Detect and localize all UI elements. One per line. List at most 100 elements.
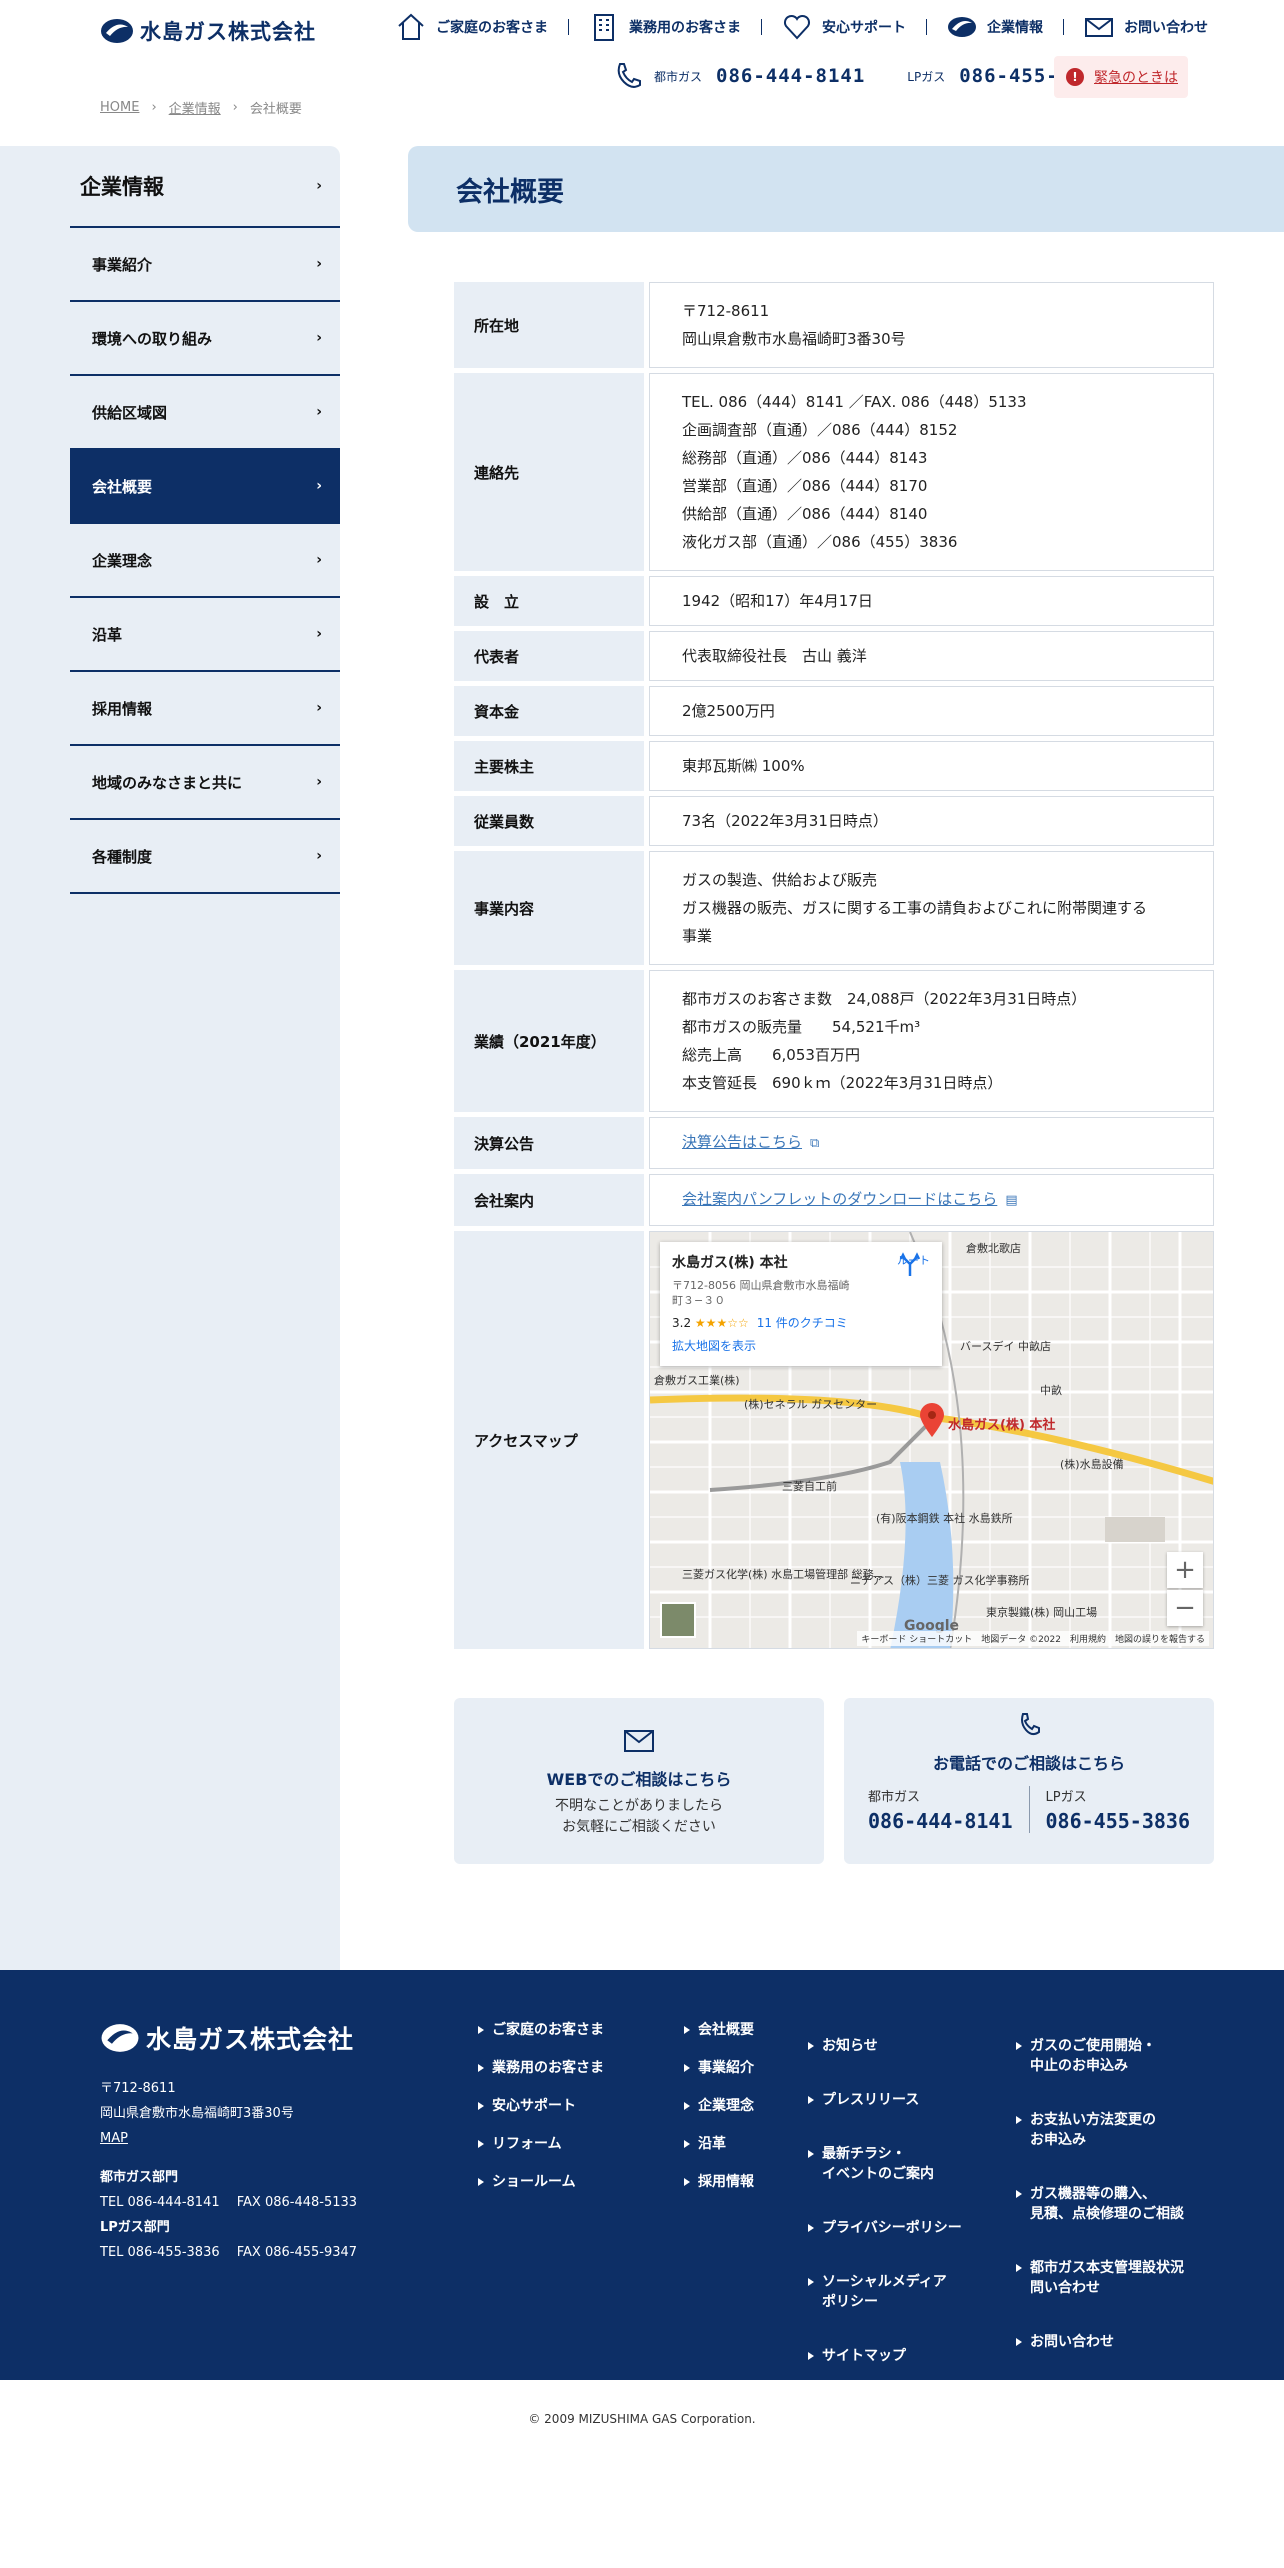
row-value: 決算公告はこちら ⧉ bbox=[649, 1117, 1214, 1169]
footer-link[interactable]: プライバシーポリシー bbox=[806, 2218, 962, 2238]
table-row: 設 立 1942（昭和17）年4月17日 bbox=[454, 576, 1214, 626]
address-zip: 〒712-8611 bbox=[682, 302, 770, 320]
web-consult-card[interactable]: WEBでのご相談はこちら 不明なことがありましたら お気軽にご相談ください bbox=[454, 1698, 824, 1864]
sidebar-list: 事業紹介 › 環境への取り組み › 供給区域図 › 会社概要 › 企業理念 › 沿革 › 採… bbox=[70, 228, 340, 894]
footer-link[interactable]: 採用情報 bbox=[682, 2172, 754, 2192]
map-place: 倉敷北歌店 bbox=[966, 1242, 1021, 1255]
chevron-right-icon: › bbox=[316, 178, 322, 194]
reviews-link[interactable]: 11 件のクチコミ bbox=[757, 1316, 848, 1330]
map-attribution[interactable]: キーボード ショートカット 地図データ ©2022 利用規約 地図の誤りを報告す… bbox=[857, 1631, 1209, 1646]
footer-link[interactable]: サイトマップ bbox=[806, 2346, 962, 2366]
route-button[interactable]: ルート bbox=[897, 1252, 930, 1276]
footer-link[interactable]: ショールーム bbox=[476, 2172, 604, 2192]
contact-line: 営業部（直通）／086（444）8170 bbox=[682, 477, 928, 495]
row-label: 決算公告 bbox=[454, 1117, 644, 1169]
logo-mark-icon bbox=[101, 19, 133, 43]
sidebar-item-community[interactable]: 地域のみなさまと共に › bbox=[70, 746, 340, 820]
map-pin-label: 水島ガス(株) 本社 bbox=[948, 1418, 1056, 1433]
directions-icon bbox=[899, 1252, 921, 1276]
building-icon bbox=[594, 14, 614, 41]
breadcrumb-home[interactable]: HOME bbox=[100, 100, 139, 115]
nav-support[interactable]: 安心サポート bbox=[770, 12, 918, 42]
footer-lp-tel: TEL 086-455-3836 FAX 086-455-9347 bbox=[100, 2245, 358, 2260]
footer-link[interactable]: 企業理念 bbox=[682, 2096, 754, 2116]
tel-city-number[interactable]: 086-444-8141 bbox=[716, 65, 865, 87]
sidebar-item-supply-area[interactable]: 供給区域図 › bbox=[70, 376, 340, 450]
row-label: 会社案内 bbox=[454, 1174, 644, 1226]
footer-link[interactable]: ソーシャルメディア ポリシー bbox=[806, 2272, 962, 2312]
table-row: 事業内容 ガスの製造、供給および販売 ガス機器の販売、ガスに関する工事の請負およ… bbox=[454, 851, 1214, 965]
header-tels: 都市ガス 086-444-8141 LPガス 086-455-3836 bbox=[612, 60, 1109, 92]
zoom-out-button[interactable]: − bbox=[1167, 1590, 1203, 1626]
sidebar-heading[interactable]: 企業情報 › bbox=[70, 146, 340, 228]
copyright: © 2009 MIZUSHIMA GAS Corporation. bbox=[528, 2412, 756, 2426]
footer-link[interactable]: 最新チラシ・ イベントのご案内 bbox=[806, 2144, 962, 2184]
tel-lp-number[interactable]: 086-455-3836 bbox=[1046, 1809, 1191, 1833]
pdf-icon: ▤ bbox=[1005, 1193, 1018, 1208]
footer-nav-col-1: ご家庭のお客さま 業務用のお客さま 安心サポート リフォーム ショールーム bbox=[476, 2020, 604, 2210]
map-place: 中畝 bbox=[1040, 1384, 1062, 1397]
footer-link[interactable]: ガス機器等の購入、 見積、点検修理のご相談 bbox=[1014, 2184, 1184, 2224]
chevron-right-icon: › bbox=[316, 330, 322, 346]
web-consult-title: WEBでのご相談はこちら bbox=[546, 1770, 732, 1789]
sidebar-item-label: 供給区域図 bbox=[92, 403, 168, 422]
enlarge-map-link[interactable]: 拡大地図を表示 bbox=[672, 1337, 930, 1354]
footer-map-link[interactable]: MAP bbox=[100, 2131, 128, 2146]
map-place: (株)水島設備 bbox=[1060, 1458, 1124, 1471]
footer-link[interactable]: リフォーム bbox=[476, 2134, 604, 2154]
footer-link[interactable]: 業務用のお客さま bbox=[476, 2058, 604, 2078]
map-info-card: 水島ガス(株) 本社 〒712-8056 岡山県倉敷市水島福崎町３−３０ 3.2… bbox=[660, 1242, 942, 1366]
map-pin-icon[interactable] bbox=[918, 1402, 946, 1438]
tel-city-number[interactable]: 086-444-8141 bbox=[868, 1809, 1013, 1833]
nav-corporate[interactable]: 企業情報 bbox=[935, 12, 1055, 42]
kessan-link[interactable]: 決算公告はこちら bbox=[682, 1133, 802, 1151]
sidebar-item-systems[interactable]: 各種制度 › bbox=[70, 820, 340, 894]
tel-consult-card: お電話でのご相談はこちら 都市ガス 086-444-8141 LPガス 086-… bbox=[844, 1698, 1214, 1864]
footer-link[interactable]: ご家庭のお客さま bbox=[476, 2020, 604, 2040]
footer-link[interactable]: ガスのご使用開始・ 中止のお申込み bbox=[1014, 2036, 1184, 2076]
footer-link[interactable]: お支払い方法変更の お申込み bbox=[1014, 2110, 1184, 2150]
nav-divider bbox=[761, 19, 762, 35]
contact-line: 液化ガス部（直通）／086（455）3836 bbox=[682, 533, 958, 551]
external-link-icon: ⧉ bbox=[810, 1136, 820, 1151]
sidebar-item-philosophy[interactable]: 企業理念 › bbox=[70, 524, 340, 598]
nav-contact[interactable]: お問い合わせ bbox=[1072, 12, 1220, 42]
sidebar-item-environment[interactable]: 環境への取り組み › bbox=[70, 302, 340, 376]
footer-link[interactable]: 事業紹介 bbox=[682, 2058, 754, 2078]
site-header: 水島ガス株式会社 ご家庭のお客さま 業務用のお客さま 安心サポート 企業情報 お… bbox=[0, 0, 1284, 150]
sidebar-item-recruit[interactable]: 採用情報 › bbox=[70, 672, 340, 746]
table-row: 従業員数 73名（2022年3月31日時点） bbox=[454, 796, 1214, 846]
results-line: 都市ガスの販売量 54,521千m³ bbox=[682, 1018, 921, 1036]
footer-link[interactable]: お問い合わせ bbox=[1014, 2332, 1184, 2352]
footer-link[interactable]: 会社概要 bbox=[682, 2020, 754, 2040]
table-row: アクセスマップ 倉敷北歌店 バースデイ 中畝店 倉敷ガス工業(株) (株)セネラ… bbox=[454, 1231, 1214, 1649]
access-map[interactable]: 倉敷北歌店 バースデイ 中畝店 倉敷ガス工業(株) (株)セネラル ガスセンター… bbox=[649, 1231, 1214, 1649]
nav-business-customers[interactable]: 業務用のお客さま bbox=[577, 12, 753, 42]
heart-icon bbox=[783, 14, 811, 40]
web-consult-sub-line: 不明なことがありましたら bbox=[555, 1798, 723, 1814]
footer-link[interactable]: 沿革 bbox=[682, 2134, 754, 2154]
tel-consult-numbers: 都市ガス 086-444-8141 LPガス 086-455-3836 bbox=[844, 1786, 1214, 1833]
sidebar-item-label: 会社概要 bbox=[92, 477, 153, 496]
nav-home-customers[interactable]: ご家庭のお客さま bbox=[384, 12, 560, 42]
footer-link[interactable]: プレスリリース bbox=[806, 2090, 962, 2110]
pamphlet-download-link[interactable]: 会社案内パンフレットのダウンロードはこちら bbox=[682, 1190, 997, 1208]
zoom-in-button[interactable]: + bbox=[1167, 1552, 1203, 1588]
site-logo[interactable]: 水島ガス株式会社 bbox=[100, 16, 316, 46]
row-label: 所在地 bbox=[454, 282, 644, 368]
satellite-toggle[interactable] bbox=[660, 1602, 696, 1638]
breadcrumb-corporate[interactable]: 企業情報 bbox=[169, 98, 221, 117]
emergency-button[interactable]: ! 緊急のときは bbox=[1054, 56, 1188, 98]
sidebar-item-company-profile[interactable]: 会社概要 › bbox=[70, 450, 340, 524]
row-label: 連絡先 bbox=[454, 373, 644, 571]
footer-nav-col-2: 会社概要 事業紹介 企業理念 沿革 採用情報 bbox=[682, 2020, 754, 2210]
sidebar-item-business[interactable]: 事業紹介 › bbox=[70, 228, 340, 302]
footer-link[interactable]: 安心サポート bbox=[476, 2096, 604, 2116]
footer-logo[interactable]: 水島ガス株式会社 bbox=[100, 2020, 354, 2056]
sidebar: 企業情報 › 事業紹介 › 環境への取り組み › 供給区域図 › 会社概要 › 企業理念… bbox=[0, 146, 340, 1970]
footer-link[interactable]: 都市ガス本支管埋設状況 問い合わせ bbox=[1014, 2258, 1184, 2298]
sidebar-item-history[interactable]: 沿革 › bbox=[70, 598, 340, 672]
table-row: 所在地 〒712-8611 岡山県倉敷市水島福崎町3番30号 bbox=[454, 282, 1214, 368]
footer-link[interactable]: お知らせ bbox=[806, 2036, 962, 2056]
row-value: 73名（2022年3月31日時点） bbox=[649, 796, 1214, 846]
